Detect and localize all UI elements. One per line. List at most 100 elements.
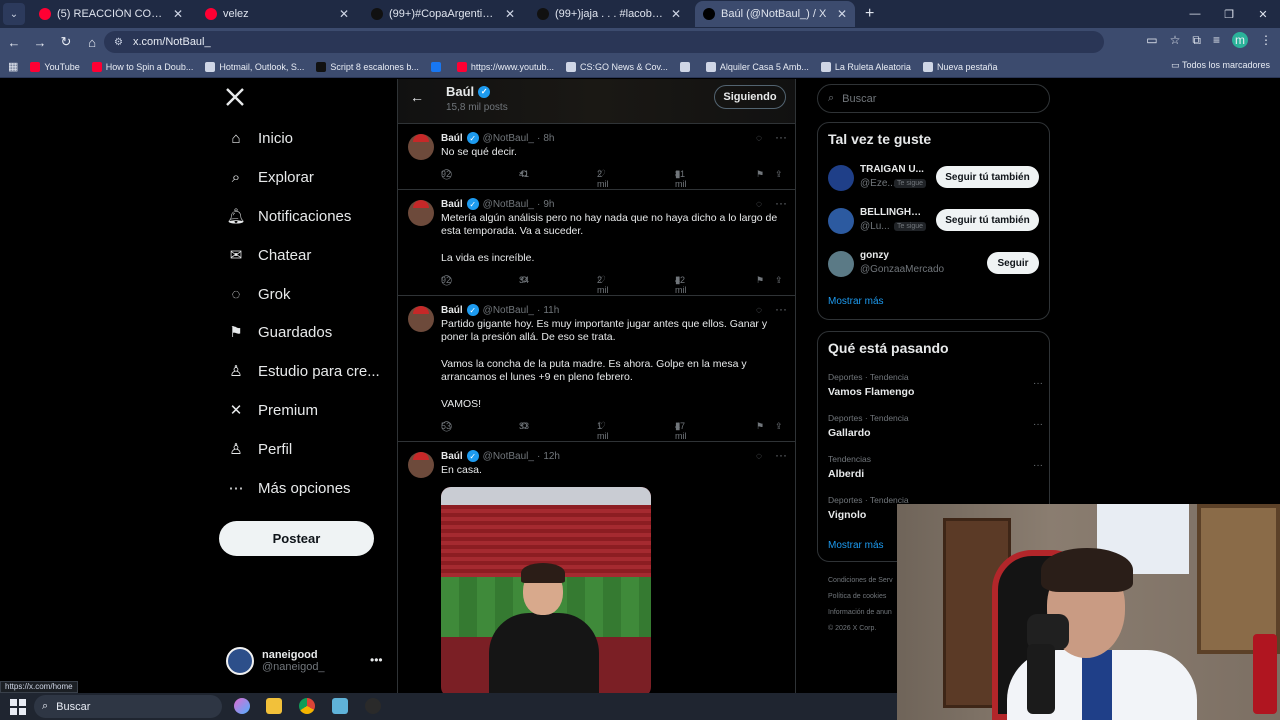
share-icon[interactable]: ⇪ xyxy=(775,421,783,432)
nav-item-chatear[interactable]: ✉ Chatear xyxy=(226,245,312,265)
bookmark-icon[interactable]: ⚑ xyxy=(756,275,764,286)
more-horizontal-icon[interactable]: ··· xyxy=(775,448,787,462)
follow-button[interactable]: Seguir tú también xyxy=(936,166,1039,188)
tweet-time[interactable]: 11h xyxy=(543,305,559,316)
extensions-icon[interactable]: ⧉ xyxy=(1192,33,1201,48)
bookmark-item[interactable]: YouTube xyxy=(30,61,80,72)
trend-item[interactable]: Tendencias Alberdi ··· xyxy=(828,454,1043,486)
tweet-time[interactable]: 8h xyxy=(543,133,554,144)
address-bar[interactable]: ⚙ x.com/NotBaul_ xyxy=(104,31,1104,53)
app-icon[interactable] xyxy=(332,698,348,714)
menu-kebab-icon[interactable]: ⋮ xyxy=(1260,33,1272,47)
grok-icon[interactable]: ◌ xyxy=(756,305,762,316)
grok-icon[interactable]: ◌ xyxy=(756,199,762,210)
footer-link[interactable]: Política de cookies xyxy=(828,593,886,600)
tweet[interactable]: Baúl ✓ @NotBaul_ · 11h ◌ ··· Partido gigante ho… xyxy=(398,296,795,442)
restore-icon[interactable]: ❐ xyxy=(1212,0,1246,28)
back-arrow-icon[interactable]: ← xyxy=(410,89,424,105)
follow-button[interactable]: Seguir xyxy=(987,252,1039,274)
tweet-author-handle[interactable]: @NotBaul_ xyxy=(483,451,534,462)
nav-item-m-s-opciones[interactable]: ⋯ Más opciones xyxy=(226,478,351,498)
tweet-time[interactable]: 9h xyxy=(543,199,554,210)
tweet-author-handle[interactable]: @NotBaul_ xyxy=(483,199,534,210)
bookmark-item[interactable]: https://www.youtub... xyxy=(456,61,554,72)
bookmark-item[interactable]: Nueva pestaña xyxy=(922,61,997,72)
tweet-author-handle[interactable]: @NotBaul_ xyxy=(483,133,534,144)
account-switcher[interactable]: naneigood @naneigod_ ••• xyxy=(226,647,383,675)
nav-item-grok[interactable]: ◌ Grok xyxy=(226,284,291,304)
browser-tab[interactable]: (99+)jaja . . . #lacobra #lacobra ✕ xyxy=(529,1,689,27)
bookmark-item[interactable]: How to Spin a Doub... xyxy=(91,61,193,72)
avatar[interactable] xyxy=(408,306,434,332)
bookmark-item[interactable]: La Ruleta Aleatoria xyxy=(820,61,911,72)
bookmark-icon[interactable]: ⚑ xyxy=(756,421,764,432)
close-window-icon[interactable]: ✕ xyxy=(1246,0,1280,28)
copilot-icon[interactable] xyxy=(234,698,250,714)
trend-item[interactable]: Deportes · Tendencia Gallardo ··· xyxy=(828,413,1043,445)
nav-item-premium[interactable]: ✕ Premium xyxy=(226,400,318,420)
grok-icon[interactable]: ◌ xyxy=(756,133,762,144)
bookmark-item[interactable] xyxy=(679,61,694,72)
forward-arrow-icon[interactable]: → xyxy=(28,35,52,50)
tweet-author-handle[interactable]: @NotBaul_ xyxy=(483,305,534,316)
back-arrow-icon[interactable]: ← xyxy=(2,35,26,50)
following-button[interactable]: Siguiendo xyxy=(714,85,786,109)
avatar[interactable] xyxy=(828,251,854,277)
nav-item-inicio[interactable]: ⌂ Inicio xyxy=(226,128,293,148)
nav-item-notificaciones[interactable]: 🔔︎ Notificaciones xyxy=(226,206,351,226)
share-icon[interactable]: ⇪ xyxy=(775,169,783,180)
close-tab-icon[interactable]: ✕ xyxy=(837,7,847,21)
tweet[interactable]: Baúl ✓ @NotBaul_ · 8h ◌ ··· No se qué decir. ◯ 92… xyxy=(398,124,795,190)
who-to-follow-item[interactable]: BELLINGHA... @Lu... Te sigue Seguir tú tamb… xyxy=(828,206,1043,236)
site-info-icon[interactable]: ⚙ xyxy=(114,37,123,48)
show-more-link[interactable]: Mostrar más xyxy=(828,296,884,307)
bookmark-item[interactable] xyxy=(430,61,445,72)
bookmark-item[interactable]: Alquiler Casa 5 Amb... xyxy=(705,61,809,72)
suggested-user-name[interactable]: BELLINGHA... xyxy=(860,207,926,218)
bookmark-item[interactable]: Hotmail, Outlook, S... xyxy=(205,61,304,72)
bookmark-icon[interactable]: ⚑ xyxy=(756,169,764,180)
more-horizontal-icon[interactable]: ··· xyxy=(775,196,787,210)
tweet-author-name[interactable]: Baúl xyxy=(441,199,463,210)
tweet-time[interactable]: 12h xyxy=(543,451,560,462)
browser-tab[interactable]: Baúl (@NotBaul_) / X ✕ xyxy=(695,1,855,27)
browser-tab[interactable]: velez ✕ xyxy=(197,1,357,27)
tweet-photo[interactable] xyxy=(441,487,651,693)
post-button[interactable]: Postear xyxy=(219,521,374,556)
more-horizontal-icon[interactable]: ··· xyxy=(775,130,787,144)
footer-link[interactable]: Condiciones de Serv xyxy=(828,577,893,584)
close-tab-icon[interactable]: ✕ xyxy=(505,7,515,21)
trend-item[interactable]: Deportes · Tendencia Vamos Flamengo ··· xyxy=(828,372,1043,404)
tweet-author-name[interactable]: Baúl xyxy=(441,133,463,144)
tweet[interactable]: Baúl ✓ @NotBaul_ · 9h ◌ ··· Metería algún análi… xyxy=(398,190,795,296)
avatar[interactable] xyxy=(408,134,434,160)
reload-icon[interactable]: ↻ xyxy=(54,34,78,50)
nav-item-explorar[interactable]: ⌕ Explorar xyxy=(226,167,314,187)
home-page-icon[interactable]: ⌂ xyxy=(80,35,104,50)
x-logo-icon[interactable] xyxy=(225,87,247,109)
apps-grid-icon[interactable]: ▦ xyxy=(8,60,18,73)
avatar[interactable] xyxy=(408,452,434,478)
taskbar-search[interactable]: ⌕ Buscar xyxy=(34,695,222,718)
all-bookmarks-button[interactable]: ▭ Todos los marcadores xyxy=(1171,60,1270,71)
more-horizontal-icon[interactable]: ··· xyxy=(775,302,787,316)
minimize-icon[interactable]: — xyxy=(1178,0,1212,28)
browser-tab[interactable]: (5) REACCIÓN CON LOS HINCH ✕ xyxy=(31,1,191,27)
star-icon[interactable]: ☆ xyxy=(1170,33,1181,47)
new-tab-button[interactable]: + xyxy=(865,5,874,23)
nav-item-perfil[interactable]: ♙ Perfil xyxy=(226,439,292,459)
search-input[interactable]: ⌕ Buscar xyxy=(817,84,1050,113)
bookmark-item[interactable]: CS:GO News & Cov... xyxy=(565,61,668,72)
follow-button[interactable]: Seguir tú también xyxy=(936,209,1039,231)
close-tab-icon[interactable]: ✕ xyxy=(339,7,349,21)
close-tab-icon[interactable]: ✕ xyxy=(671,7,681,21)
media-icon[interactable]: ≡ xyxy=(1213,33,1220,47)
footer-link[interactable]: Información de anun xyxy=(828,609,892,616)
tab-list-button[interactable]: ⌄ xyxy=(3,3,25,25)
who-to-follow-item[interactable]: TRAIGAN U... @Eze... Te sigue Seguir tú tam… xyxy=(828,163,1043,193)
tweet-author-name[interactable]: Baúl xyxy=(441,305,463,316)
nav-item-estudio-para-cre-[interactable]: ♙ Estudio para cre... xyxy=(226,361,379,381)
tweet[interactable]: Baúl ✓ @NotBaul_ · 12h ◌ ··· En casa. xyxy=(398,442,795,693)
avatar[interactable] xyxy=(828,208,854,234)
nav-item-guardados[interactable]: ⚑ Guardados xyxy=(226,322,332,342)
